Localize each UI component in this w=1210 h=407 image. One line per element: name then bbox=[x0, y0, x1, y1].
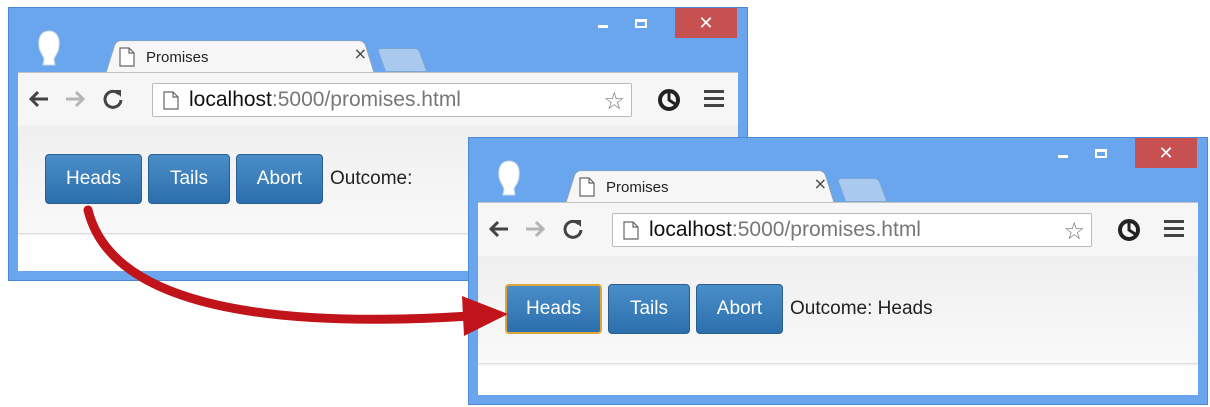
tails-button[interactable]: Tails bbox=[608, 284, 690, 334]
page-icon bbox=[579, 177, 595, 197]
page-content: Heads Tails Abort Outcome: Heads bbox=[478, 256, 1198, 395]
url-text: localhost:5000/promises.html bbox=[649, 218, 921, 242]
back-arrow-icon bbox=[488, 220, 508, 238]
tab-content: Promises × bbox=[114, 44, 369, 70]
url-host: localhost bbox=[649, 218, 732, 241]
reload-icon bbox=[563, 219, 583, 239]
hamburger-menu-icon[interactable] bbox=[1164, 220, 1184, 240]
abort-button[interactable]: Abort bbox=[236, 154, 323, 204]
heads-button[interactable]: Heads bbox=[505, 284, 602, 334]
minimize-button[interactable] bbox=[1045, 138, 1081, 168]
browser-toolbar: localhost:5000/promises.html ☆ bbox=[478, 202, 1198, 257]
extension-icon[interactable] bbox=[656, 87, 682, 113]
well-panel: Heads Tails Abort Outcome: Heads bbox=[478, 256, 1198, 364]
tab-close-icon[interactable]: × bbox=[354, 44, 367, 63]
abort-button[interactable]: Abort bbox=[696, 284, 783, 334]
outcome-text: Outcome: Heads bbox=[790, 298, 933, 320]
reload-button[interactable] bbox=[98, 83, 128, 115]
tab-title: Promises bbox=[606, 178, 669, 196]
url-path: :5000/promises.html bbox=[731, 218, 921, 241]
url-host: localhost bbox=[189, 88, 272, 111]
forward-arrow-icon bbox=[66, 90, 86, 108]
minimize-icon bbox=[598, 24, 608, 28]
forward-button[interactable] bbox=[60, 83, 90, 115]
outcome-text: Outcome: bbox=[330, 168, 412, 190]
page-icon bbox=[163, 90, 179, 110]
close-icon: ✕ bbox=[1158, 142, 1174, 164]
outcome-label: Outcome: bbox=[790, 298, 873, 319]
minimize-button[interactable] bbox=[585, 8, 621, 38]
forward-button[interactable] bbox=[520, 213, 550, 245]
close-button[interactable]: ✕ bbox=[675, 8, 737, 38]
new-tab-button[interactable] bbox=[376, 48, 428, 72]
address-bar[interactable]: localhost:5000/promises.html ☆ bbox=[612, 213, 1092, 247]
forward-arrow-icon bbox=[526, 220, 546, 238]
close-icon: ✕ bbox=[698, 12, 714, 34]
star-icon[interactable]: ☆ bbox=[603, 87, 625, 115]
heads-button[interactable]: Heads bbox=[45, 154, 142, 204]
tab-title: Promises bbox=[146, 48, 209, 66]
close-button[interactable]: ✕ bbox=[1135, 138, 1197, 168]
url-path: :5000/promises.html bbox=[271, 88, 461, 111]
chrome-user-icon bbox=[38, 30, 60, 66]
browser-toolbar: localhost:5000/promises.html ☆ bbox=[18, 72, 738, 127]
back-button[interactable] bbox=[24, 83, 54, 115]
outcome-value: Heads bbox=[877, 298, 933, 319]
hamburger-menu-icon[interactable] bbox=[704, 90, 724, 110]
extension-icon[interactable] bbox=[1116, 217, 1142, 243]
outcome-label: Outcome: bbox=[330, 168, 413, 189]
new-tab-button[interactable] bbox=[836, 178, 888, 202]
maximize-button[interactable] bbox=[1083, 138, 1119, 168]
maximize-icon bbox=[635, 18, 647, 28]
maximize-icon bbox=[1095, 148, 1107, 158]
back-arrow-icon bbox=[28, 90, 48, 108]
back-button[interactable] bbox=[484, 213, 514, 245]
tab-close-icon[interactable]: × bbox=[814, 174, 827, 193]
reload-icon bbox=[103, 89, 123, 109]
star-icon[interactable]: ☆ bbox=[1063, 217, 1085, 245]
address-bar[interactable]: localhost:5000/promises.html ☆ bbox=[152, 83, 632, 117]
chrome-user-icon bbox=[498, 160, 520, 196]
maximize-button[interactable] bbox=[623, 8, 659, 38]
page-icon bbox=[623, 220, 639, 240]
reload-button[interactable] bbox=[558, 213, 588, 245]
url-text: localhost:5000/promises.html bbox=[189, 88, 461, 112]
page-icon bbox=[119, 47, 135, 67]
tails-button[interactable]: Tails bbox=[148, 154, 230, 204]
minimize-icon bbox=[1058, 154, 1068, 158]
tab-content: Promises × bbox=[574, 174, 829, 200]
browser-window-after: Promises × ✕ localhost:5000/promises.htm… bbox=[468, 137, 1208, 405]
